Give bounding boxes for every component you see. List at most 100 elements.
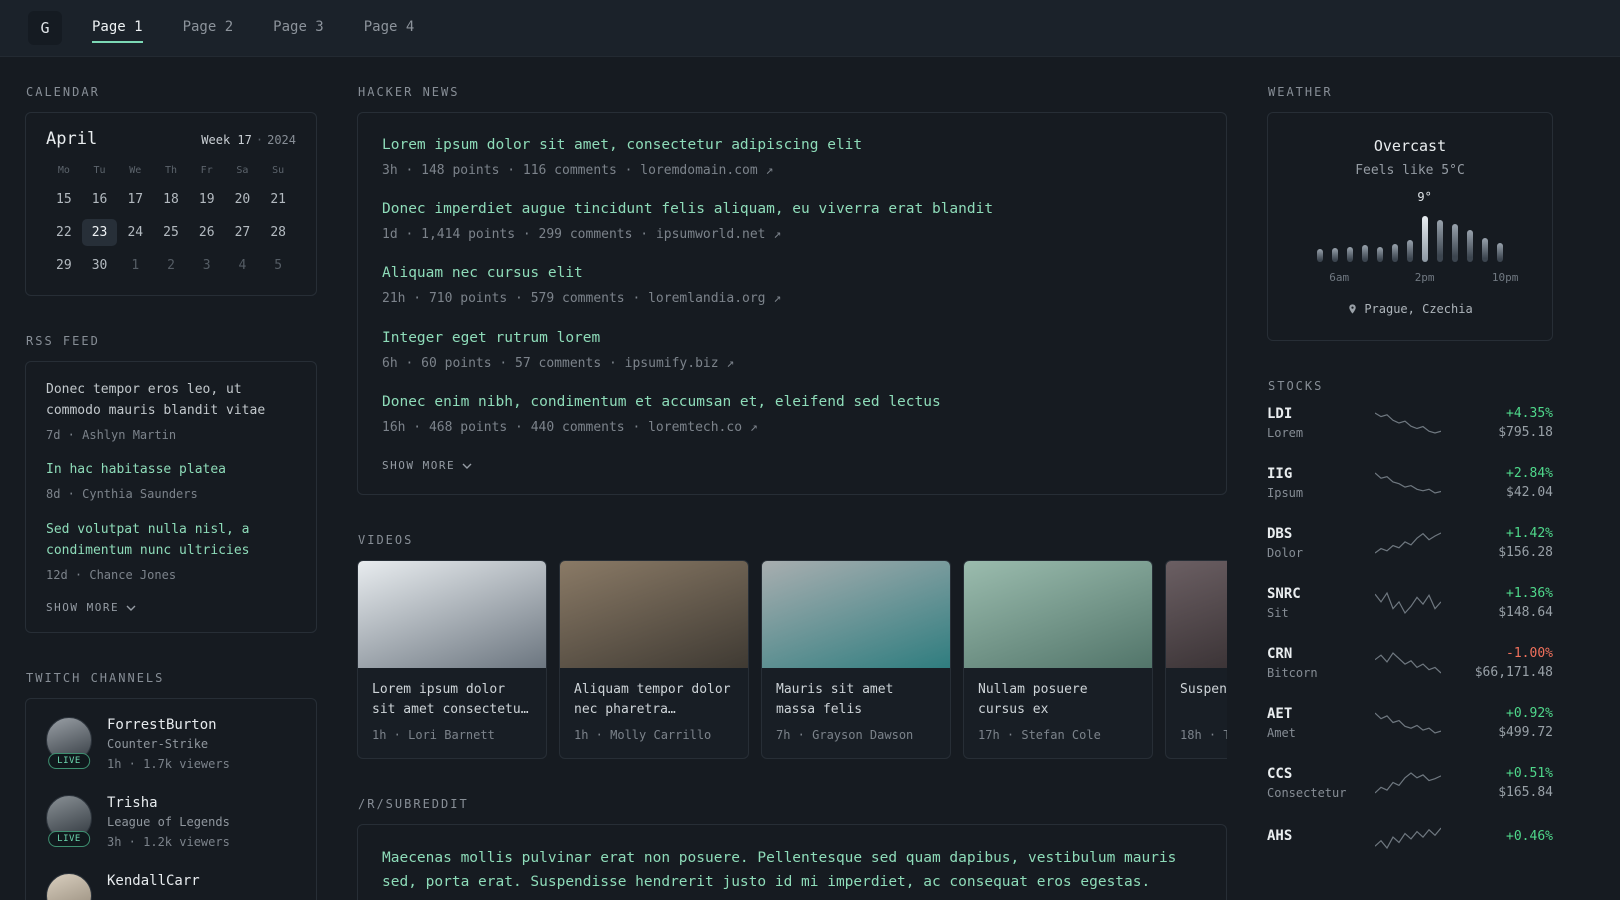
hn-story-link[interactable]: Lorem ipsum dolor sit amet, consectetur … xyxy=(382,135,1202,156)
hn-story-stats: 6h · 60 points · 57 comments · xyxy=(382,355,617,371)
video-title[interactable]: Aliquam tempor dolor nec pharetra… xyxy=(574,680,734,720)
stock-values: +1.42% $156.28 xyxy=(1443,526,1553,560)
calendar-day: 28 xyxy=(270,225,286,240)
channel-name[interactable]: Trisha xyxy=(107,795,230,811)
hn-story-link[interactable]: Aliquam nec cursus elit xyxy=(382,263,1202,284)
video-thumbnail[interactable] xyxy=(358,561,546,669)
stock-row[interactable]: AHS +0.46% xyxy=(1267,826,1553,850)
twitch-channel[interactable]: KendallCarr xyxy=(46,872,296,900)
channel-name[interactable]: KendallCarr xyxy=(107,873,200,889)
video-thumbnail[interactable] xyxy=(1166,561,1227,669)
stock-sparkline xyxy=(1375,412,1441,434)
twitch-channel[interactable]: LIVE Trisha League of Legends 3h · 1.2k … xyxy=(46,795,296,851)
hn-story-domain-link[interactable]: ipsumify.biz ↗ xyxy=(625,356,735,371)
video-card[interactable]: Mauris sit amet massa felis 7h · Grayson… xyxy=(761,560,951,760)
rss-item-link[interactable]: Sed volutpat nulla nisl, a condimentum n… xyxy=(46,520,296,562)
video-meta: 18h · Tara xyxy=(1180,728,1227,743)
section-title-twitch: TWITCH CHANNELS xyxy=(26,671,165,686)
hn-show-more-button[interactable]: SHOW MORE xyxy=(382,459,1202,472)
videos-widget: VIDEOS Lorem ipsum dolor sit amet consec… xyxy=(357,533,1227,760)
hn-story-link[interactable]: Donec imperdiet augue tincidunt felis al… xyxy=(382,199,1202,220)
rss-show-more-button[interactable]: SHOW MORE xyxy=(46,601,296,614)
stock-price: $165.84 xyxy=(1498,785,1553,800)
section-title-rss: RSS FEED xyxy=(26,334,100,348)
subreddit-post-link[interactable]: Maecenas mollis pulvinar erat non posuer… xyxy=(382,847,1202,895)
stock-row[interactable]: DBS Dolor +1.42% $156.28 xyxy=(1267,526,1553,560)
video-card[interactable]: Nullam posuere cursus ex 17h · Stefan Co… xyxy=(963,560,1153,760)
weather-bar xyxy=(1497,243,1503,262)
stock-row[interactable]: LDI Lorem +4.35% $795.18 xyxy=(1267,406,1553,440)
stock-row[interactable]: SNRC Sit +1.36% $148.64 xyxy=(1267,586,1553,620)
stocks-widget: STOCKS LDI Lorem +4.35% $795.18 IIG Ipsu… xyxy=(1267,379,1553,850)
stock-price: $156.28 xyxy=(1498,545,1553,560)
calendar-day: 25 xyxy=(163,225,179,240)
video-card[interactable]: Aliquam tempor dolor nec pharetra… 1h · … xyxy=(559,560,749,760)
calendar-days: 15 16 17 18 19 20 21 22 23 24 25 26 27 28 29 30 1 2 3 4 5 xyxy=(46,186,296,279)
video-card[interactable]: Suspendisse diam 18h · Tara xyxy=(1165,560,1227,760)
rss-widget: RSS FEED Donec tempor eros leo, ut commo… xyxy=(25,334,317,634)
stock-change: +1.36% xyxy=(1506,586,1553,601)
hn-story-domain-link[interactable]: ipsumworld.net ↗ xyxy=(656,227,781,242)
hn-story-domain-link[interactable]: loremlandia.org ↗ xyxy=(648,291,781,306)
stock-values: +4.35% $795.18 xyxy=(1443,406,1553,440)
hn-story-domain-link[interactable]: loremdomain.com ↗ xyxy=(640,163,773,178)
video-title[interactable]: Lorem ipsum dolor sit amet consectetu… xyxy=(372,680,532,720)
stock-values: +0.51% $165.84 xyxy=(1443,766,1553,800)
avatar-wrap xyxy=(46,872,92,900)
stock-sparkline xyxy=(1375,772,1441,794)
app-logo[interactable]: G xyxy=(28,11,62,45)
page-tab[interactable]: Page 4 xyxy=(364,19,415,43)
stock-id: SNRC Sit xyxy=(1267,586,1373,620)
stock-name: Sit xyxy=(1267,606,1289,620)
stock-symbol: DBS xyxy=(1267,526,1293,542)
rss-item: Sed volutpat nulla nisl, a condimentum n… xyxy=(46,520,296,583)
left-column: CALENDAR April Week 17 · 2024 Mo Tu We Th Fr Sa… xyxy=(25,85,317,900)
video-thumbnail[interactable] xyxy=(560,561,748,669)
page-tab[interactable]: Page 2 xyxy=(183,19,234,43)
page-tab[interactable]: Page 3 xyxy=(273,19,324,43)
hn-story-link[interactable]: Donec enim nibh, condimentum et accumsan… xyxy=(382,392,1202,413)
video-title[interactable]: Mauris sit amet massa felis xyxy=(776,680,936,720)
weather-bar xyxy=(1317,249,1323,262)
video-card[interactable]: Lorem ipsum dolor sit amet consectetu… 1… xyxy=(357,560,547,760)
page-tab[interactable]: Page 1 xyxy=(92,19,143,43)
video-meta: 1h · Molly Carrillo xyxy=(574,728,712,743)
hn-story-domain-link[interactable]: loremtech.co ↗ xyxy=(648,420,758,435)
stock-change: +0.51% xyxy=(1506,766,1553,781)
rss-item-link[interactable]: In hac habitasse platea xyxy=(46,460,296,481)
stock-row[interactable]: AET Amet +0.92% $499.72 xyxy=(1267,706,1553,740)
weather-bar xyxy=(1392,244,1398,262)
stock-values: +2.84% $42.04 xyxy=(1443,466,1553,500)
hn-story-stats: 16h · 468 points · 440 comments · xyxy=(382,419,641,435)
stock-change: +2.84% xyxy=(1506,466,1553,481)
hn-story-link[interactable]: Integer eget rutrum lorem xyxy=(382,328,1202,349)
video-title[interactable]: Nullam posuere cursus ex xyxy=(978,680,1138,720)
channel-name[interactable]: ForrestBurton xyxy=(107,717,230,733)
chevron-down-icon xyxy=(126,605,136,611)
stock-id: IIG Ipsum xyxy=(1267,466,1373,500)
calendar-day-headers: Mo Tu We Th Fr Sa Su xyxy=(46,165,296,176)
stock-row[interactable]: CRN Bitcorn -1.00% $66,171.48 xyxy=(1267,646,1553,680)
calendar-day-header: Th xyxy=(164,165,178,176)
twitch-card: LIVE ForrestBurton Counter-Strike 1h · 1… xyxy=(25,698,317,900)
stock-values: +0.92% $499.72 xyxy=(1443,706,1553,740)
video-title[interactable]: Suspendisse diam xyxy=(1180,680,1227,720)
rss-item-link[interactable]: Donec tempor eros leo, ut commodo mauris… xyxy=(46,380,296,422)
hn-story: Integer eget rutrum lorem 6h · 60 points… xyxy=(382,328,1202,373)
weather-bar xyxy=(1437,220,1443,262)
calendar-widget: CALENDAR April Week 17 · 2024 Mo Tu We Th Fr Sa… xyxy=(25,85,317,296)
section-title-stocks: STOCKS xyxy=(1268,379,1324,393)
channel-game: Counter-Strike xyxy=(107,737,209,752)
video-thumbnail[interactable] xyxy=(964,561,1152,669)
video-thumbnail[interactable] xyxy=(762,561,950,669)
middle-column: HACKER NEWS Lorem ipsum dolor sit amet, … xyxy=(357,85,1227,900)
stock-values: +1.36% $148.64 xyxy=(1443,586,1553,620)
subreddit-card: Maecenas mollis pulvinar erat non posuer… xyxy=(357,824,1227,900)
channel-info: ForrestBurton Counter-Strike 1h · 1.7k v… xyxy=(107,717,230,773)
hn-story-meta: 16h · 468 points · 440 comments · loremt… xyxy=(382,419,1202,437)
stock-row[interactable]: CCS Consectetur +0.51% $165.84 xyxy=(1267,766,1553,800)
video-meta: 7h · Grayson Dawson xyxy=(776,728,914,743)
weather-bar xyxy=(1332,248,1338,262)
stock-row[interactable]: IIG Ipsum +2.84% $42.04 xyxy=(1267,466,1553,500)
twitch-channel[interactable]: LIVE ForrestBurton Counter-Strike 1h · 1… xyxy=(46,717,296,773)
